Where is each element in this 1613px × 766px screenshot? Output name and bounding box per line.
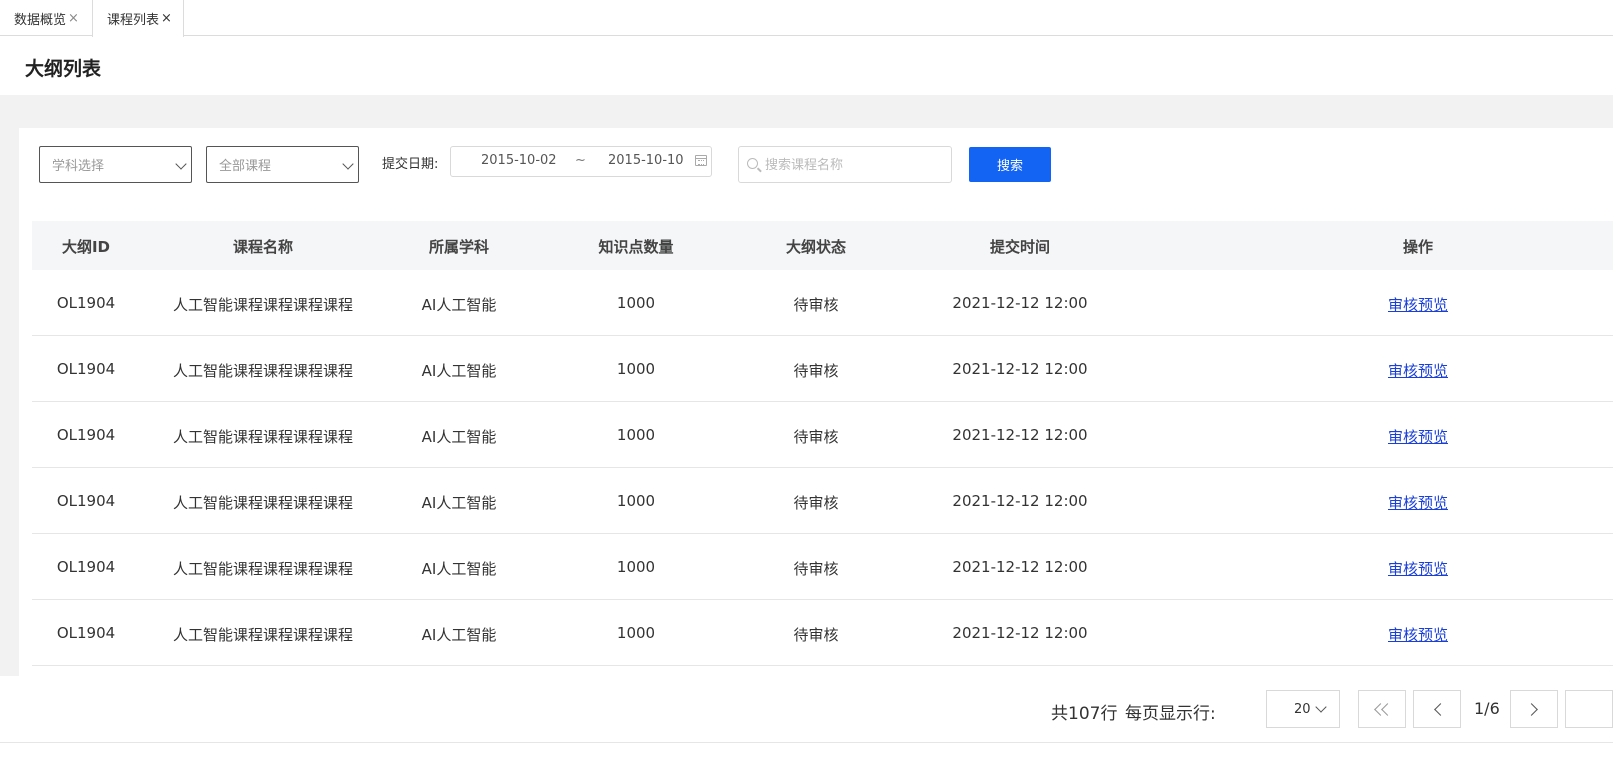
- cell-submit-time: 2021-12-12 12:00: [952, 294, 1088, 312]
- cell-subject: AI人工智能: [421, 296, 497, 314]
- cell-outline-id: OL1904: [56, 492, 116, 510]
- cell-status: 待审核: [793, 494, 839, 512]
- cell-submit-time: 2021-12-12 12:00: [952, 360, 1088, 378]
- close-icon[interactable]: ×: [68, 12, 79, 25]
- header-knowledge-points: 知识点数量: [598, 238, 674, 256]
- table-row: OL1904 人工智能课程课程课程课程 AI人工智能 1000 待审核 2021…: [32, 336, 1613, 402]
- calendar-icon[interactable]: [695, 155, 707, 166]
- header-status: 大纲状态: [785, 238, 847, 256]
- cell-course-name: 人工智能课程课程课程课程: [172, 428, 354, 446]
- cell-course-name: 人工智能课程课程课程课程: [172, 296, 354, 314]
- left-gutter: [0, 128, 19, 676]
- search-icon: [747, 158, 758, 169]
- tab-course-list[interactable]: 课程列表 ×: [92, 0, 184, 37]
- chevron-down-icon: [342, 158, 354, 170]
- cell-outline-id: OL1904: [56, 360, 116, 378]
- review-preview-link[interactable]: 审核预览: [1388, 492, 1448, 513]
- tab-bar: 数据概览 × 课程列表 ×: [0, 0, 1613, 37]
- subject-select-value: 学科选择: [52, 159, 105, 174]
- table-header: 大纲ID 课程名称 所属学科 知识点数量 大纲状态 提交时间 操作: [32, 221, 1613, 270]
- tab-label: 课程列表: [107, 13, 160, 28]
- cell-subject: AI人工智能: [421, 626, 497, 644]
- last-page-button[interactable]: [1565, 690, 1613, 728]
- date-separator: ~: [575, 153, 586, 168]
- header-submit-time: 提交时间: [989, 238, 1051, 256]
- total-rows: 共107行: [1051, 704, 1118, 724]
- review-preview-link[interactable]: 审核预览: [1388, 294, 1448, 315]
- cell-knowledge-points: 1000: [616, 294, 656, 312]
- cell-submit-time: 2021-12-12 12:00: [952, 558, 1088, 576]
- subject-select[interactable]: 学科选择: [39, 146, 192, 183]
- footer-divider: [0, 742, 1613, 743]
- course-select[interactable]: 全部课程: [206, 146, 359, 183]
- course-select-value: 全部课程: [219, 159, 272, 174]
- header-subject: 所属学科: [428, 238, 490, 256]
- table-row: OL1904 人工智能课程课程课程课程 AI人工智能 1000 待审核 2021…: [32, 270, 1613, 336]
- review-preview-link[interactable]: 审核预览: [1388, 624, 1448, 645]
- table-row: OL1904 人工智能课程课程课程课程 AI人工智能 1000 待审核 2021…: [32, 402, 1613, 468]
- cell-subject: AI人工智能: [421, 428, 497, 446]
- date-end[interactable]: 2015-10-10: [608, 153, 684, 168]
- date-start[interactable]: 2015-10-02: [481, 153, 557, 168]
- page-size-select[interactable]: 20: [1266, 690, 1340, 728]
- cell-submit-time: 2021-12-12 12:00: [952, 492, 1088, 510]
- section-divider: [0, 95, 1613, 128]
- page-indicator: 1/6: [1474, 699, 1500, 718]
- header-course-name: 课程名称: [232, 238, 294, 256]
- date-label: 提交日期:: [382, 157, 439, 172]
- cell-knowledge-points: 1000: [616, 492, 656, 510]
- next-page-button[interactable]: [1510, 690, 1558, 728]
- search-input[interactable]: [765, 155, 945, 175]
- review-preview-link[interactable]: 审核预览: [1388, 558, 1448, 579]
- cell-status: 待审核: [793, 362, 839, 380]
- cell-status: 待审核: [793, 560, 839, 578]
- prev-page-button[interactable]: [1413, 690, 1461, 728]
- table-row: OL1904 人工智能课程课程课程课程 AI人工智能 1000 待审核 2021…: [32, 534, 1613, 600]
- cell-knowledge-points: 1000: [616, 426, 656, 444]
- chevron-down-icon: [1315, 701, 1327, 713]
- search-button[interactable]: 搜索: [969, 147, 1051, 182]
- per-page-label: 每页显示行:: [1125, 704, 1216, 724]
- cell-knowledge-points: 1000: [616, 624, 656, 642]
- cell-subject: AI人工智能: [421, 560, 497, 578]
- cell-course-name: 人工智能课程课程课程课程: [172, 560, 354, 578]
- cell-status: 待审核: [793, 626, 839, 644]
- cell-submit-time: 2021-12-12 12:00: [952, 624, 1088, 642]
- header-outline-id: 大纲ID: [61, 238, 111, 256]
- cell-knowledge-points: 1000: [616, 360, 656, 378]
- review-preview-link[interactable]: 审核预览: [1388, 360, 1448, 381]
- tab-label: 数据概览: [14, 12, 67, 28]
- cell-course-name: 人工智能课程课程课程课程: [172, 494, 354, 512]
- header-actions: 操作: [1402, 238, 1434, 256]
- cell-subject: AI人工智能: [421, 362, 497, 380]
- tab-data-overview[interactable]: 数据概览 ×: [0, 0, 92, 36]
- date-range-picker[interactable]: 2015-10-02 ~ 2015-10-10: [450, 146, 712, 177]
- search-box[interactable]: [738, 146, 952, 183]
- chevron-right-icon: [1525, 703, 1538, 716]
- close-icon[interactable]: ×: [161, 12, 172, 25]
- cell-knowledge-points: 1000: [616, 558, 656, 576]
- cell-status: 待审核: [793, 428, 839, 446]
- page-title: 大纲列表: [25, 58, 102, 80]
- page-size-value: 20: [1294, 701, 1311, 717]
- cell-subject: AI人工智能: [421, 494, 497, 512]
- cell-outline-id: OL1904: [56, 624, 116, 642]
- review-preview-link[interactable]: 审核预览: [1388, 426, 1448, 447]
- table-row: OL1904 人工智能课程课程课程课程 AI人工智能 1000 待审核 2021…: [32, 468, 1613, 534]
- first-page-button[interactable]: [1358, 690, 1406, 728]
- cell-outline-id: OL1904: [56, 426, 116, 444]
- chevron-down-icon: [175, 158, 187, 170]
- cell-outline-id: OL1904: [56, 558, 116, 576]
- table-row: OL1904 人工智能课程课程课程课程 AI人工智能 1000 待审核 2021…: [32, 600, 1613, 666]
- cell-course-name: 人工智能课程课程课程课程: [172, 626, 354, 644]
- cell-status: 待审核: [793, 296, 839, 314]
- cell-submit-time: 2021-12-12 12:00: [952, 426, 1088, 444]
- cell-outline-id: OL1904: [56, 294, 116, 312]
- chevron-left-icon: [1434, 703, 1447, 716]
- cell-course-name: 人工智能课程课程课程课程: [172, 362, 354, 380]
